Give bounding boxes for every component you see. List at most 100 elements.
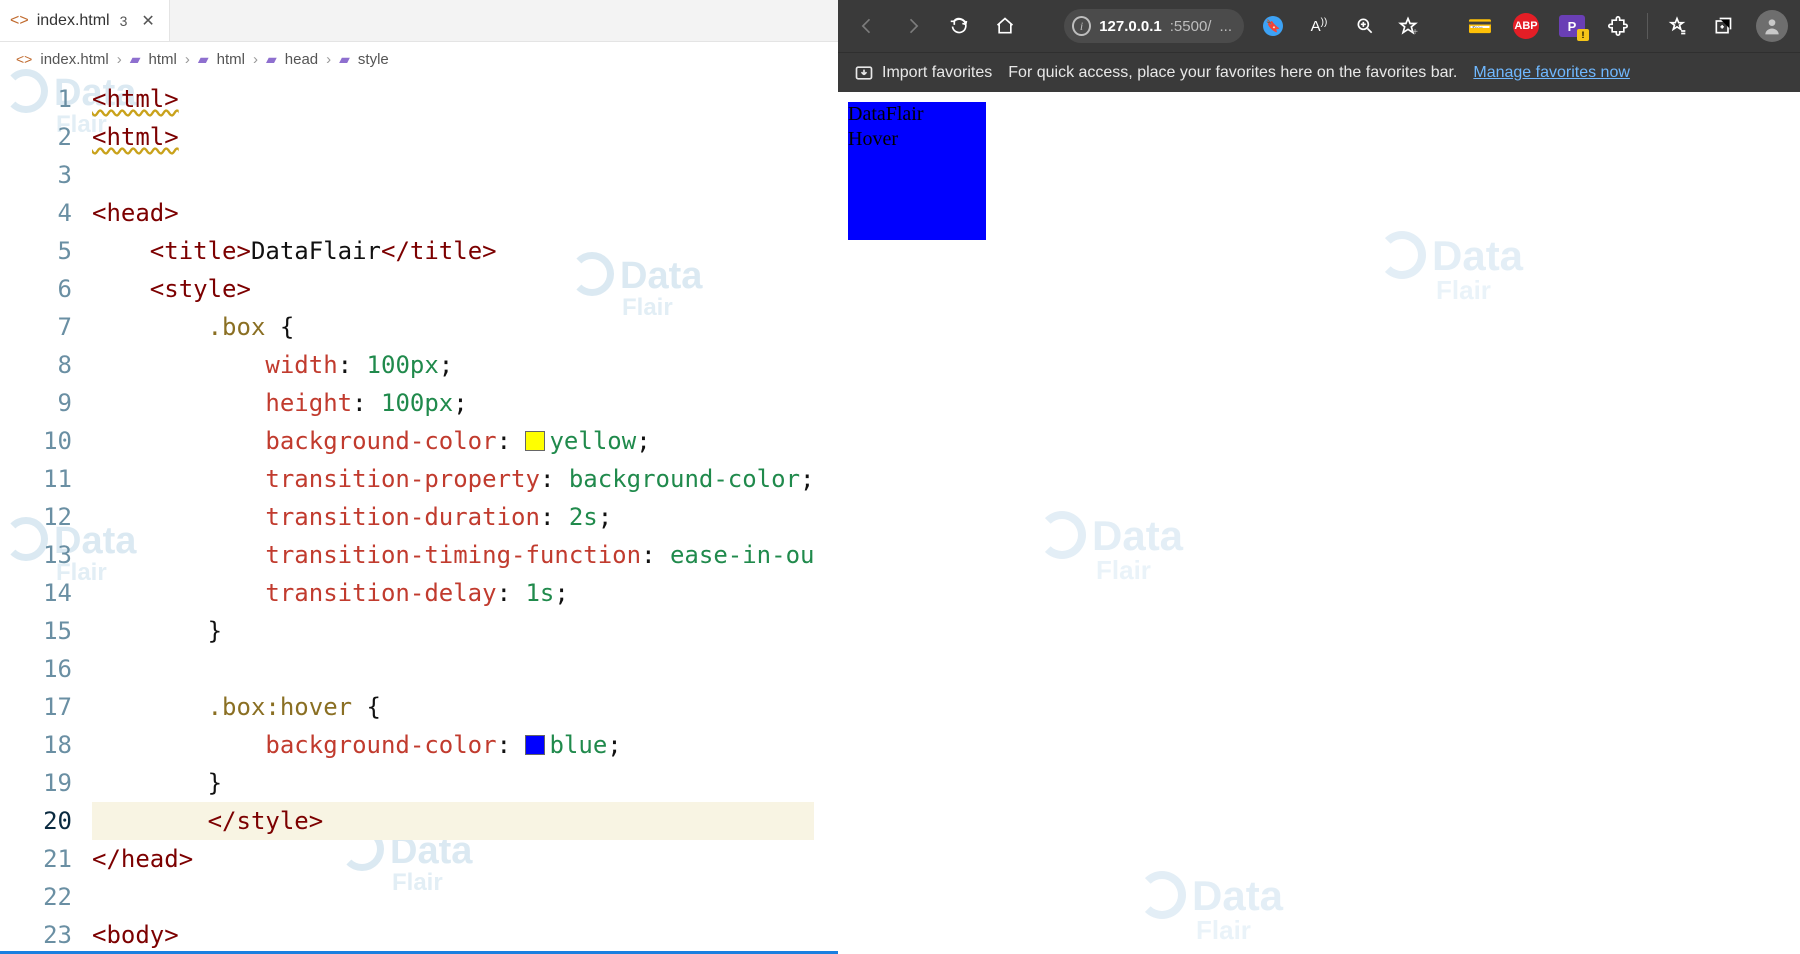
shopping-tag-button[interactable]: 🔖 <box>1256 9 1290 43</box>
zoom-icon <box>1355 16 1375 36</box>
code-line[interactable]: transition-duration: 2s; <box>92 498 814 536</box>
browser-toolbar: i 127.0.0.1:5500/... 🔖 A)) + 💳 ABP <box>838 0 1800 52</box>
code-line[interactable]: width: 100px; <box>92 346 814 384</box>
watermark: DataFlair <box>1138 872 1283 946</box>
chevron-right-icon: › <box>117 51 122 68</box>
line-number: 19 <box>0 764 72 802</box>
code-line[interactable] <box>92 878 814 916</box>
read-aloud-button[interactable]: A)) <box>1302 9 1336 43</box>
back-button[interactable] <box>850 9 884 43</box>
line-number: 20 <box>0 802 72 840</box>
favorite-button[interactable]: + <box>1394 9 1428 43</box>
tab-modified-count: 3 <box>120 13 128 29</box>
favorites-bar: Import favorites For quick access, place… <box>838 52 1800 92</box>
line-number: 15 <box>0 612 72 650</box>
line-number: 2 <box>0 118 72 156</box>
read-aloud-icon: A)) <box>1311 17 1328 35</box>
code-line[interactable]: </head> <box>92 840 814 878</box>
favorites-bar-button[interactable] <box>1660 9 1694 43</box>
import-favorites-button[interactable]: Import favorites <box>854 63 992 83</box>
zoom-button[interactable] <box>1348 9 1382 43</box>
code-line[interactable]: background-color: yellow; <box>92 422 814 460</box>
line-number: 11 <box>0 460 72 498</box>
code-line[interactable]: <html> <box>92 80 814 118</box>
refresh-button[interactable] <box>942 9 976 43</box>
refresh-icon <box>949 16 969 36</box>
code-line[interactable] <box>92 156 814 194</box>
extensions-button[interactable] <box>1601 9 1635 43</box>
symbol-icon: ▰ <box>130 51 141 68</box>
toolbar-separator <box>1647 13 1648 39</box>
breadcrumb-item[interactable]: head <box>285 51 318 68</box>
home-icon <box>995 16 1015 36</box>
line-number: 9 <box>0 384 72 422</box>
code-line[interactable]: .box { <box>92 308 814 346</box>
abp-button[interactable]: ABP <box>1509 9 1543 43</box>
code-line[interactable] <box>92 650 814 688</box>
import-icon <box>854 63 874 83</box>
wallet-button[interactable]: 💳 <box>1463 9 1497 43</box>
preview-text-line1: DataFlair <box>848 102 986 127</box>
collections-button[interactable] <box>1706 9 1740 43</box>
puzzle-icon <box>1608 16 1628 36</box>
editor-code-area[interactable]: 1234567891011121314151617181920212223 <h… <box>0 76 838 942</box>
code-line[interactable]: } <box>92 612 814 650</box>
code-line[interactable]: <body> <box>92 916 814 954</box>
manage-favorites-link[interactable]: Manage favorites now <box>1473 64 1630 82</box>
code-line[interactable]: transition-timing-function: ease-in-ou <box>92 536 814 574</box>
line-number: 22 <box>0 878 72 916</box>
favorites-hint: For quick access, place your favorites h… <box>1008 64 1457 82</box>
line-number-gutter: 1234567891011121314151617181920212223 <box>0 76 92 942</box>
code-line[interactable]: <head> <box>92 194 814 232</box>
watermark: DataFlair <box>1038 512 1183 586</box>
breadcrumb-item[interactable]: html <box>217 51 245 68</box>
line-number: 7 <box>0 308 72 346</box>
tab-bar: <> index.html 3 ✕ <box>0 0 838 42</box>
line-number: 1 <box>0 80 72 118</box>
arrow-left-icon <box>857 16 877 36</box>
app-root: DataFlairDataFlairDataFlairDataFlair <> … <box>0 0 1800 954</box>
code-line[interactable]: height: 100px; <box>92 384 814 422</box>
code-line[interactable]: background-color: blue; <box>92 726 814 764</box>
line-number: 16 <box>0 650 72 688</box>
preview-box[interactable]: DataFlair Hover <box>848 102 986 240</box>
code-line[interactable]: .box:hover { <box>92 688 814 726</box>
code-line[interactable]: <html> <box>92 118 814 156</box>
code-line[interactable]: transition-property: background-color; <box>92 460 814 498</box>
breadcrumb-item[interactable]: style <box>358 51 389 68</box>
code-content[interactable]: <html><html> <head> <title>DataFlair</ti… <box>92 76 814 942</box>
home-button[interactable] <box>988 9 1022 43</box>
breadcrumb: <> index.html › ▰ html › ▰ html › ▰ head… <box>0 42 838 76</box>
breadcrumb-file[interactable]: index.html <box>40 51 108 68</box>
symbol-icon: ▰ <box>198 51 209 68</box>
editor-tab[interactable]: <> index.html 3 ✕ <box>0 0 170 41</box>
line-number: 8 <box>0 346 72 384</box>
code-line[interactable]: <title>DataFlair</title> <box>92 232 814 270</box>
close-icon[interactable]: ✕ <box>141 11 154 31</box>
line-number: 14 <box>0 574 72 612</box>
browser-viewport: DataFlair DataFlair DataFlair DataFlair Ho… <box>838 92 1800 954</box>
code-line[interactable]: <style> <box>92 270 814 308</box>
line-number: 12 <box>0 498 72 536</box>
editor-pane: DataFlairDataFlairDataFlairDataFlair <> … <box>0 0 838 954</box>
collections-icon <box>1713 16 1733 36</box>
code-line[interactable]: transition-delay: 1s; <box>92 574 814 612</box>
line-number: 23 <box>0 916 72 954</box>
html-file-icon: <> <box>16 51 32 67</box>
star-list-icon <box>1667 16 1687 36</box>
address-bar[interactable]: i 127.0.0.1:5500/... <box>1064 9 1244 43</box>
address-host: 127.0.0.1 <box>1099 18 1162 35</box>
html-file-icon: <> <box>10 12 29 30</box>
line-number: 10 <box>0 422 72 460</box>
pdf-icon: P! <box>1559 15 1585 37</box>
line-number: 6 <box>0 270 72 308</box>
info-icon: i <box>1072 16 1091 36</box>
code-line[interactable]: </style> <box>92 802 814 840</box>
profile-avatar[interactable] <box>1756 10 1788 42</box>
code-line[interactable]: } <box>92 764 814 802</box>
forward-button[interactable] <box>896 9 930 43</box>
color-swatch-icon <box>525 735 545 755</box>
breadcrumb-item[interactable]: html <box>149 51 177 68</box>
symbol-icon: ▰ <box>339 51 350 68</box>
pdf-button[interactable]: P! <box>1555 9 1589 43</box>
